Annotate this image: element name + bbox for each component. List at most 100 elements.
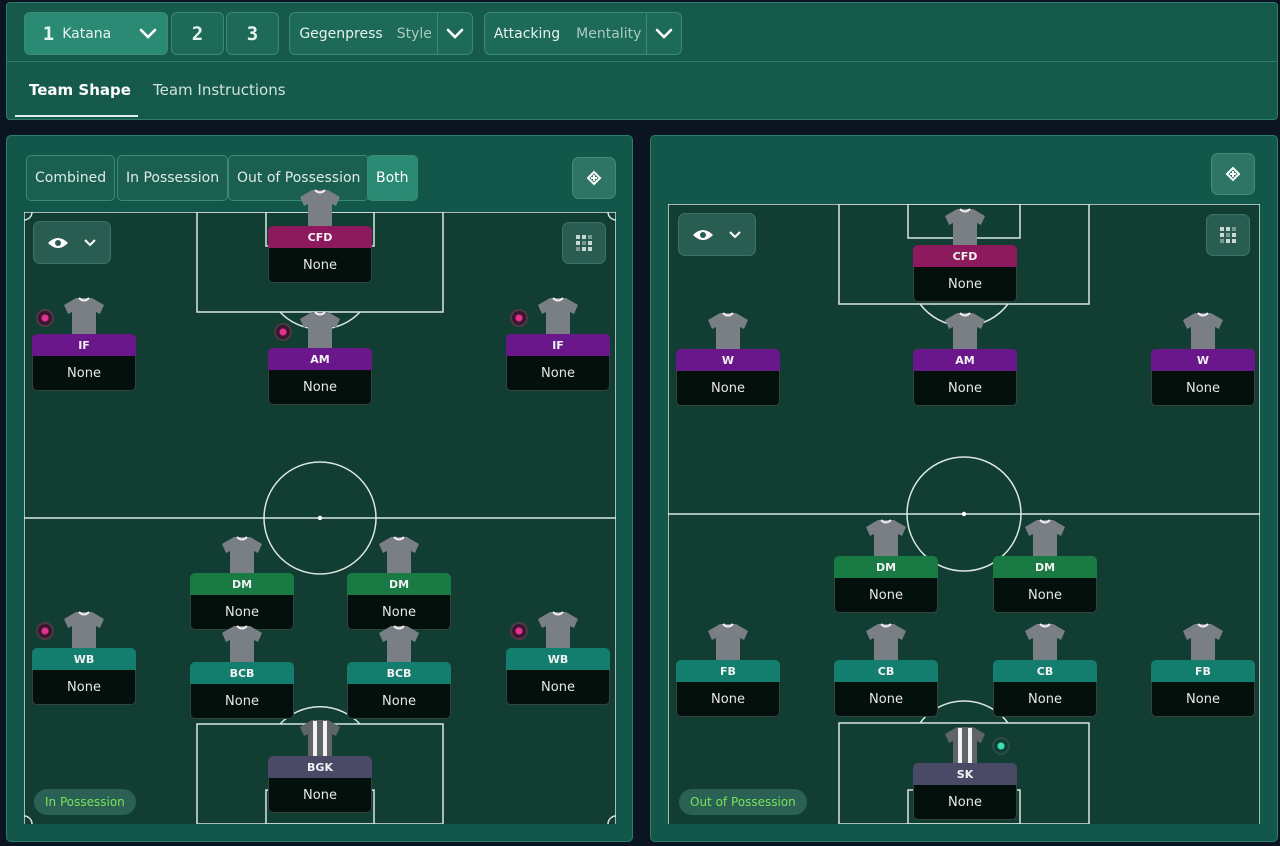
chevron-down-icon[interactable] [647,13,681,54]
role-label: IF [32,334,136,356]
style-value: Gegenpress [299,25,383,42]
assignment-value: None [993,682,1097,717]
assignment-value: None [268,778,372,813]
role-label: IF [506,334,610,356]
role-label: CFD [268,226,372,248]
shirt-icon [864,622,908,662]
assignment-value: None [1151,682,1255,717]
shirt-icon [1023,518,1067,558]
tab-team-shape[interactable]: Team Shape [29,62,131,118]
assignment-value: None [268,370,372,405]
instruction-badge-icon [36,309,54,327]
eye-icon [693,229,714,240]
shirt-icon [377,535,421,575]
segment-combined[interactable]: Combined [26,155,116,201]
tactic-slot-2[interactable]: 2 [171,12,224,55]
shirt-icon [298,310,342,350]
role-label: WB [506,648,610,670]
assignment-value: None [834,578,938,613]
shirt-icon [943,725,987,765]
shirt-icon [1181,311,1225,351]
chevron-down-icon [728,230,741,238]
grid-icon[interactable] [562,222,606,264]
assignment-value: None [834,682,938,717]
active-tab-indicator [15,115,138,117]
assignment-value: None [993,578,1097,613]
phase-label: In Possession [34,789,136,815]
tactic-slot-3[interactable]: 3 [226,12,279,55]
style-dropdown[interactable]: Gegenpress Style [289,12,473,55]
player-card[interactable]: W None [676,311,780,406]
style-label: Style [396,25,432,42]
player-card[interactable]: BCB None [347,624,451,719]
player-card[interactable]: BGK None [268,718,372,813]
tactics-header: 1 Katana 2 3 Gegenpress Style Attacking … [6,2,1278,120]
chevron-down-icon[interactable] [129,13,167,54]
shirt-icon [864,518,908,558]
role-label: W [1151,349,1255,371]
segment-in-possession[interactable]: In Possession [117,155,229,201]
player-card[interactable]: CB None [834,622,938,717]
assignment-value: None [1151,371,1255,406]
assignment-value: None [913,785,1017,820]
assignment-value: None [913,267,1017,302]
shirt-icon [220,535,264,575]
shirt-icon [62,296,106,336]
role-label: FB [676,660,780,682]
view-tabs: Team Shape Team Instructions [7,61,1277,121]
tactic-name: Katana [62,25,112,42]
shirt-icon [706,311,750,351]
shirt-icon [706,622,750,662]
chevron-down-icon[interactable] [438,13,472,54]
player-card[interactable]: CB None [993,622,1097,717]
chevron-down-icon [83,238,96,246]
role-label: CFD [913,245,1017,267]
role-label: AM [913,349,1017,371]
role-label: CB [834,660,938,682]
role-label: WB [32,648,136,670]
grid-icon[interactable] [1206,214,1250,256]
player-card[interactable]: W None [1151,311,1255,406]
assignment-value: None [190,684,294,719]
role-label: DM [834,556,938,578]
assignment-value: None [32,356,136,391]
instruction-badge-icon [510,309,528,327]
player-card[interactable]: CFD None [913,207,1017,302]
role-label: BGK [268,756,372,778]
player-card[interactable]: DM None [190,535,294,630]
shirt-icon [1023,622,1067,662]
instruction-badge-icon [274,323,292,341]
view-options-button[interactable] [33,221,111,264]
role-label: DM [190,573,294,595]
phase-label: Out of Possession [679,789,807,815]
role-label: DM [347,573,451,595]
assignment-value: None [913,371,1017,406]
instruction-badge-icon [510,622,528,640]
player-card[interactable]: FB None [1151,622,1255,717]
player-card[interactable]: FB None [676,622,780,717]
mentality-label: Mentality [576,25,642,42]
shirt-icon [536,610,580,650]
tactic-slot-1[interactable]: 1 Katana [24,12,168,55]
mentality-dropdown[interactable]: Attacking Mentality [484,12,682,55]
mentality-value: Attacking [493,25,561,42]
player-card[interactable]: BCB None [190,624,294,719]
player-card[interactable]: DM None [347,535,451,630]
tactics-board-icon[interactable] [1211,153,1255,195]
assignment-value: None [32,670,136,705]
shirt-icon [298,188,342,228]
player-card[interactable]: DM None [993,518,1097,613]
assignment-value: None [347,684,451,719]
tactic-slot-number: 3 [246,22,259,45]
segment-both[interactable]: Both [367,155,418,201]
player-card[interactable]: CFD None [268,188,372,283]
player-card[interactable]: DM None [834,518,938,613]
shirt-icon [62,610,106,650]
tab-team-instructions[interactable]: Team Instructions [153,62,286,118]
tactics-board-icon[interactable] [572,157,616,199]
role-label: BCB [347,662,451,684]
tactic-slot-number: 1 [42,22,55,45]
view-options-button[interactable] [678,213,756,256]
shirt-icon [536,296,580,336]
player-card[interactable]: AM None [913,311,1017,406]
